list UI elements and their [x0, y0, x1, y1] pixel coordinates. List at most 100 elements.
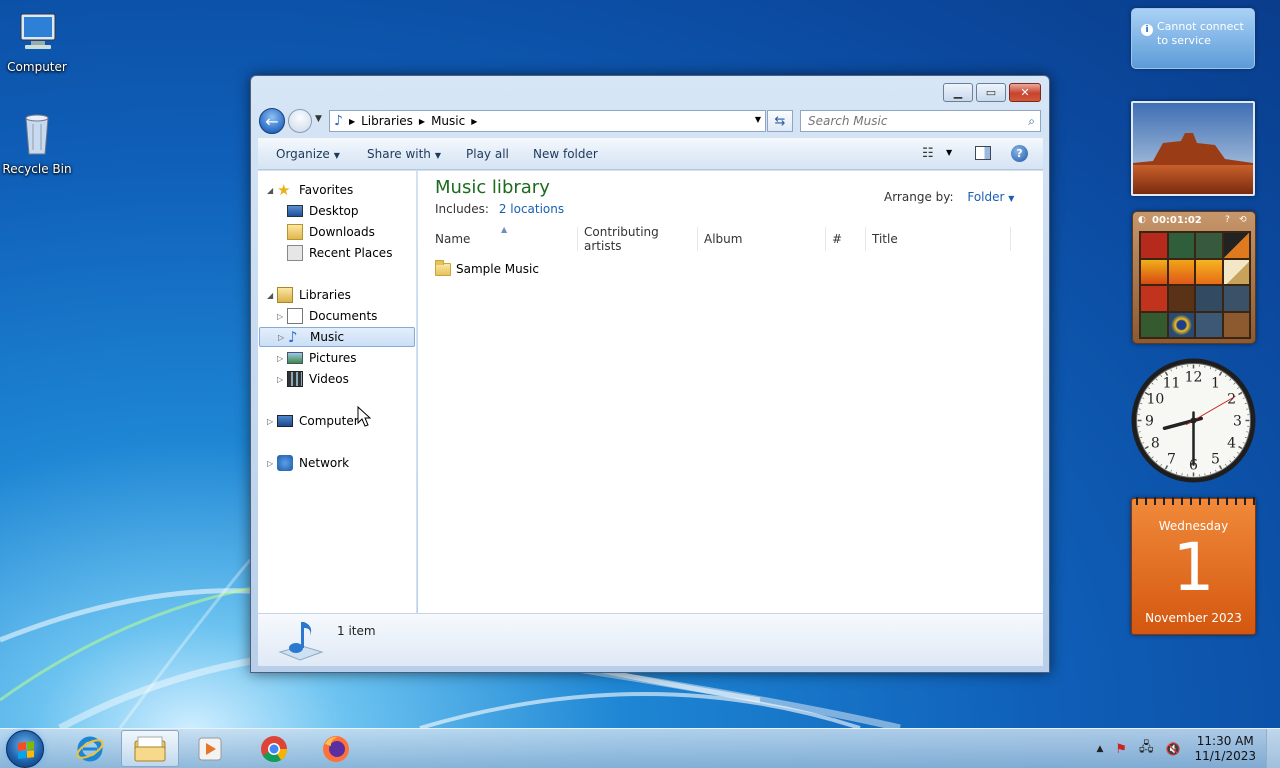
volume-muted-icon[interactable]: 🔇: [1166, 742, 1181, 756]
network-status-icon[interactable]: 🖧: [1139, 738, 1154, 760]
history-dropdown-icon[interactable]: ▼: [315, 114, 322, 124]
puzzle-tile[interactable]: [1223, 233, 1249, 258]
search-input[interactable]: [801, 111, 1011, 131]
locations-link[interactable]: 2 locations: [499, 202, 564, 216]
collapsed-arrow-icon[interactable]: ▷: [277, 312, 287, 321]
chrome-icon: [261, 735, 288, 762]
nav-item-recent-places[interactable]: Recent Places: [277, 243, 392, 263]
column-header-number[interactable]: #: [832, 227, 866, 251]
breadcrumb-chevron-icon[interactable]: ▶: [419, 117, 425, 126]
clock-gadget[interactable]: 121234567891011: [1130, 357, 1257, 484]
nav-item-videos[interactable]: ▷ Videos: [277, 369, 349, 389]
breadcrumb-music[interactable]: Music: [431, 114, 465, 128]
nav-item-music[interactable]: ▷ ♪ Music: [259, 327, 415, 347]
breadcrumb-chevron-icon[interactable]: ▶: [471, 117, 477, 126]
taskbar-clock[interactable]: 11:30 AM 11/1/2023: [1194, 734, 1256, 764]
forward-button[interactable]: [288, 109, 312, 133]
organize-button[interactable]: Organize ▼: [276, 147, 340, 161]
play-all-button[interactable]: Play all: [466, 147, 509, 161]
puzzle-tile[interactable]: [1141, 286, 1167, 311]
column-header-name[interactable]: Name ▲: [435, 225, 578, 251]
puzzle-shuffle-icon[interactable]: ⟲: [1239, 215, 1247, 225]
help-icon[interactable]: ?: [1011, 145, 1028, 162]
address-dropdown-icon[interactable]: ▼: [755, 115, 761, 124]
nav-item-desktop[interactable]: Desktop: [277, 201, 359, 221]
puzzle-tile[interactable]: [1168, 259, 1194, 284]
search-icon[interactable]: ⌕: [1028, 114, 1035, 129]
nav-item-documents[interactable]: ▷ Documents: [277, 306, 377, 326]
expanded-arrow-icon[interactable]: ◢: [267, 291, 277, 300]
internet-explorer-icon: [76, 736, 104, 761]
start-button[interactable]: [6, 730, 44, 768]
taskbar-firefox[interactable]: [307, 730, 365, 767]
taskbar-chrome[interactable]: [245, 730, 303, 767]
puzzle-tile[interactable]: [1168, 312, 1194, 337]
taskbar-windows-explorer[interactable]: [121, 730, 179, 767]
desktop-icon-computer[interactable]: Computer: [0, 8, 74, 74]
puzzle-tile[interactable]: [1141, 312, 1167, 337]
minimize-button[interactable]: ▁: [943, 83, 973, 102]
column-header-contributing-artists[interactable]: Contributing artists: [584, 225, 698, 253]
taskbar-media-player[interactable]: [181, 730, 239, 767]
puzzle-tile[interactable]: [1196, 286, 1222, 311]
column-header-album[interactable]: Album: [704, 227, 826, 251]
close-button[interactable]: ✕: [1009, 83, 1041, 102]
collapsed-arrow-icon[interactable]: ▷: [267, 459, 277, 468]
breadcrumb-chevron-icon[interactable]: ▶: [349, 117, 355, 126]
view-dropdown-icon[interactable]: ▼: [946, 148, 952, 157]
libraries-icon: [277, 287, 293, 303]
puzzle-tile[interactable]: [1141, 259, 1167, 284]
back-button[interactable]: ←: [259, 108, 285, 134]
puzzle-tile[interactable]: [1141, 233, 1167, 258]
puzzle-tile[interactable]: [1223, 259, 1249, 284]
show-desktop-button[interactable]: [1266, 729, 1280, 768]
puzzle-tile[interactable]: [1196, 312, 1222, 337]
slideshow-gadget[interactable]: [1131, 101, 1255, 196]
refresh-button[interactable]: ⇆: [767, 110, 793, 132]
nav-label: Videos: [309, 372, 349, 386]
collapsed-arrow-icon[interactable]: ▷: [277, 354, 287, 363]
puzzle-refresh-icon[interactable]: ◐: [1138, 215, 1146, 225]
nav-item-network[interactable]: ▷ Network: [267, 453, 349, 473]
puzzle-tile[interactable]: [1223, 286, 1249, 311]
expanded-arrow-icon[interactable]: ◢: [267, 186, 277, 195]
collapsed-arrow-icon[interactable]: ▷: [277, 375, 287, 384]
nav-item-libraries[interactable]: ◢ Libraries: [267, 285, 351, 305]
preview-pane-icon[interactable]: [975, 146, 991, 160]
picture-puzzle-gadget[interactable]: ◐ 00:01:02 ? ⟲: [1132, 211, 1256, 344]
puzzle-tile[interactable]: [1168, 233, 1194, 258]
puzzle-help-icon[interactable]: ?: [1225, 215, 1230, 225]
chevron-down-icon: ▼: [1008, 194, 1015, 203]
desktop-icon-label: Computer: [7, 60, 67, 74]
new-folder-button[interactable]: New folder: [533, 147, 598, 161]
puzzle-tile[interactable]: [1223, 312, 1249, 337]
share-with-button[interactable]: Share with ▼: [367, 147, 441, 161]
calendar-gadget[interactable]: Wednesday 1 November 2023: [1131, 497, 1256, 635]
nav-item-favorites[interactable]: ◢ ★ Favorites: [267, 180, 353, 200]
maximize-button[interactable]: ▭: [976, 83, 1006, 102]
weather-gadget[interactable]: i Cannot connect to service: [1131, 8, 1255, 69]
taskbar-internet-explorer[interactable]: [61, 730, 119, 767]
column-header-title[interactable]: Title: [872, 227, 1011, 251]
puzzle-tile[interactable]: [1196, 233, 1222, 258]
navigation-pane: ◢ ★ Favorites Desktop Downloads Recent P…: [258, 171, 417, 613]
list-item[interactable]: Sample Music: [435, 259, 539, 279]
media-player-icon: [198, 737, 222, 760]
view-options-icon[interactable]: ☷: [922, 146, 934, 161]
collapsed-arrow-icon[interactable]: ▷: [267, 417, 277, 426]
arrange-value: Folder: [967, 190, 1005, 204]
arrange-by-dropdown[interactable]: Folder ▼: [967, 190, 1014, 204]
music-library-icon: [278, 622, 324, 661]
puzzle-tile[interactable]: [1196, 259, 1222, 284]
desktop-icon-recycle-bin[interactable]: Recycle Bin: [0, 110, 74, 176]
nav-item-computer[interactable]: ▷ Computer: [267, 411, 359, 431]
clock-number: 10: [1146, 392, 1164, 408]
show-hidden-icons[interactable]: ▲: [1096, 744, 1103, 754]
nav-item-pictures[interactable]: ▷ Pictures: [277, 348, 357, 368]
puzzle-tile[interactable]: [1168, 286, 1194, 311]
action-center-flag-icon[interactable]: ⚑: [1115, 742, 1127, 757]
breadcrumb-libraries[interactable]: Libraries: [361, 114, 413, 128]
collapsed-arrow-icon[interactable]: ▷: [278, 333, 288, 342]
address-bar[interactable]: ♪ ▶ Libraries ▶ Music ▶ ▼: [329, 110, 766, 132]
nav-item-downloads[interactable]: Downloads: [277, 222, 375, 242]
